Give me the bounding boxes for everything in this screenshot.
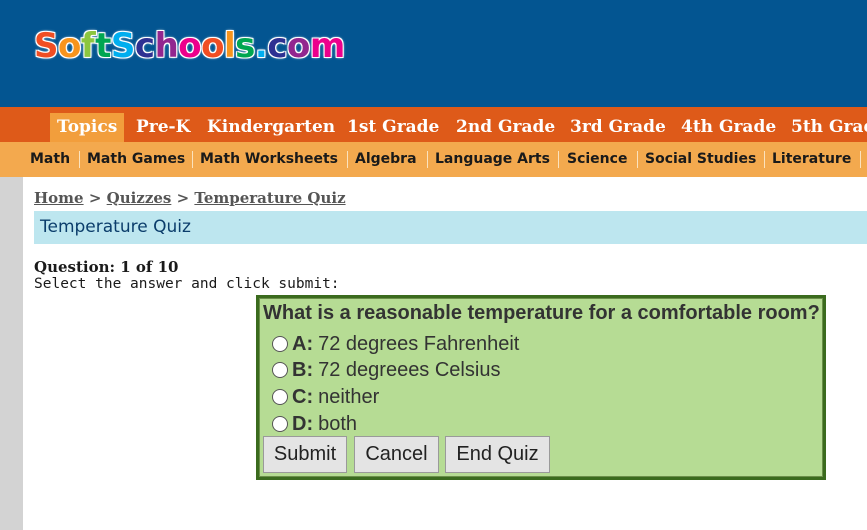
- topnav-item-topics[interactable]: Topics: [50, 113, 125, 142]
- topnav-item-kindergarten[interactable]: Kindergarten: [200, 113, 342, 142]
- instructions-text: Select the answer and click submit:: [34, 276, 340, 292]
- subnav-item-language-arts[interactable]: Language Arts: [435, 142, 550, 177]
- logo-letter: S: [34, 26, 59, 66]
- answer-option-a[interactable]: A: 72 degrees Fahrenheit: [272, 332, 519, 356]
- logo-letter: s: [235, 26, 255, 66]
- option-letter: D:: [292, 412, 314, 435]
- option-text: neither: [318, 385, 380, 408]
- option-letter: A:: [292, 332, 314, 355]
- logo-letter: o: [201, 26, 225, 66]
- subnav-divider: [192, 151, 193, 168]
- option-text: 72 degreees Celsius: [318, 358, 501, 381]
- subnav-divider: [79, 151, 80, 168]
- left-gutter: [0, 177, 23, 530]
- topnav-item-pre-k[interactable]: Pre-K: [129, 113, 197, 142]
- logo-letter: t: [95, 26, 111, 66]
- page-title: Temperature Quiz: [40, 217, 191, 237]
- subnav-divider: [637, 151, 638, 168]
- logo-letter: .: [254, 26, 268, 66]
- answer-option-d[interactable]: D: both: [272, 412, 357, 436]
- answer-option-b[interactable]: B: 72 degreees Celsius: [272, 358, 500, 382]
- site-logo[interactable]: SoftSchools.com: [34, 26, 345, 66]
- logo-letter: S: [110, 26, 136, 66]
- topnav-item-3rd-grade[interactable]: 3rd Grade: [563, 113, 673, 142]
- topnav-item-1st-grade[interactable]: 1st Grade: [340, 113, 446, 142]
- subnav-divider: [347, 151, 348, 168]
- breadcrumb-quizzes-link[interactable]: Quizzes: [107, 189, 172, 207]
- subnav-divider: [558, 151, 559, 168]
- cancel-button[interactable]: Cancel: [354, 436, 439, 473]
- radio-button-d[interactable]: [272, 416, 288, 432]
- topnav-item-4th-grade[interactable]: 4th Grade: [674, 113, 783, 142]
- logo-letter: f: [80, 26, 96, 66]
- logo-letter: h: [154, 26, 179, 66]
- subnav-item-literature[interactable]: Literature: [772, 142, 851, 177]
- subnav-item-math-games[interactable]: Math Games: [87, 142, 185, 177]
- subnav-item-math[interactable]: Math: [30, 142, 70, 177]
- logo-letter: l: [224, 26, 236, 66]
- answer-option-c[interactable]: C: neither: [272, 385, 379, 409]
- topnav-item-5th-grade[interactable]: 5th Grade: [784, 113, 867, 142]
- option-letter: C:: [292, 385, 314, 408]
- subject-nav: Math Math Games Math Worksheets Algebra …: [0, 142, 867, 177]
- subnav-item-social-studies[interactable]: Social Studies: [645, 142, 756, 177]
- subnav-item-science[interactable]: Science: [567, 142, 627, 177]
- grade-nav: Topics Pre-K Kindergarten 1st Grade 2nd …: [0, 107, 867, 142]
- breadcrumb-home-link[interactable]: Home: [34, 189, 84, 207]
- quiz-panel: What is a reasonable temperature for a c…: [256, 295, 826, 480]
- logo-letter: c: [267, 26, 287, 66]
- radio-button-b[interactable]: [272, 362, 288, 378]
- question-text: What is a reasonable temperature for a c…: [263, 302, 820, 324]
- end-quiz-button[interactable]: End Quiz: [445, 436, 550, 473]
- subnav-divider: [764, 151, 765, 168]
- radio-button-a[interactable]: [272, 336, 288, 352]
- option-text: 72 degrees Fahrenheit: [318, 332, 520, 355]
- breadcrumb-current-link[interactable]: Temperature Quiz: [194, 189, 345, 207]
- submit-button[interactable]: Submit: [263, 436, 347, 473]
- subnav-divider: [427, 151, 428, 168]
- topnav-item-2nd-grade[interactable]: 2nd Grade: [449, 113, 562, 142]
- subnav-item-algebra[interactable]: Algebra: [355, 142, 417, 177]
- breadcrumb: Home > Quizzes > Temperature Quiz: [34, 189, 346, 207]
- logo-letter: o: [287, 26, 310, 66]
- logo-letter: o: [178, 26, 202, 66]
- radio-button-c[interactable]: [272, 389, 288, 405]
- breadcrumb-separator: >: [88, 189, 102, 207]
- title-bar: Temperature Quiz: [34, 211, 867, 244]
- subnav-divider: [860, 151, 861, 168]
- question-counter: Question: 1 of 10: [34, 258, 179, 276]
- breadcrumb-separator: >: [176, 189, 190, 207]
- option-letter: B:: [292, 358, 314, 381]
- subnav-item-math-worksheets[interactable]: Math Worksheets: [200, 142, 338, 177]
- site-header: SoftSchools.com: [0, 0, 867, 107]
- logo-letter: c: [134, 26, 155, 66]
- logo-letter: o: [58, 26, 81, 66]
- option-text: both: [318, 412, 358, 435]
- logo-letter: m: [309, 26, 345, 66]
